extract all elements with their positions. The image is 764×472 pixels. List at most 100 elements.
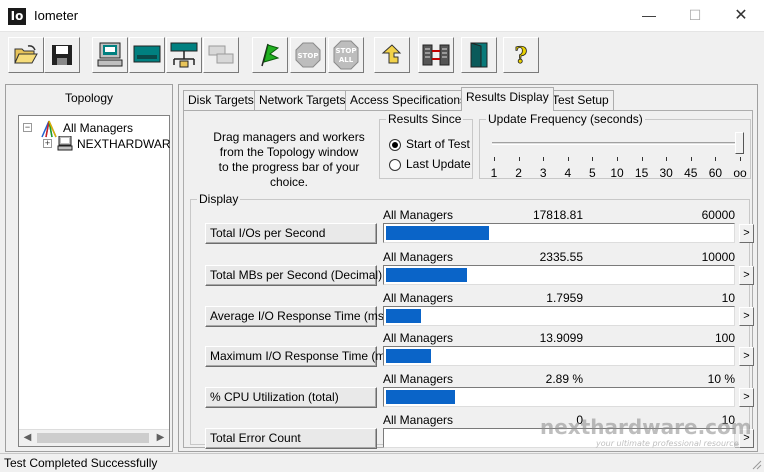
scroll-left-icon[interactable]: ◀ (19, 430, 36, 446)
tab-access-specifications[interactable]: Access Specifications (345, 90, 472, 110)
metric-progress-bar[interactable] (383, 387, 735, 407)
computer-icon (97, 42, 123, 67)
topology-panel: Topology − All Managers + NEXTHARDWAR ◀ (5, 84, 173, 452)
title-bar: Io Iometer — ☐ ✕ (0, 0, 764, 32)
maximize-button[interactable]: ☐ (672, 0, 718, 31)
metric-expand-button[interactable]: > (739, 388, 754, 407)
metric-value: 2335.55 (539, 250, 583, 264)
start-of-test-label[interactable]: Start of Test (406, 137, 470, 151)
open-config-button[interactable] (8, 37, 44, 73)
stop-all-icon: STOP ALL (333, 40, 359, 70)
last-update-label[interactable]: Last Update (406, 157, 471, 171)
duplicate-worker-button[interactable] (203, 37, 239, 73)
metric-value: 17818.81 (532, 208, 583, 222)
frequency-tick-label: 4 (564, 166, 572, 180)
update-frequency-group: Update Frequency (seconds) 1 2 3 4 5 10 15 30 45… (479, 112, 751, 180)
green-flag-icon (261, 43, 280, 67)
metric-select-button[interactable]: Total Error Count (205, 428, 377, 449)
metric-progress-bar[interactable] (383, 306, 735, 326)
start-tests-button[interactable] (252, 37, 288, 73)
all-managers-icon (41, 120, 57, 138)
disconnect-managers-button[interactable] (418, 37, 454, 73)
metric-source-label: All Managers (383, 208, 454, 222)
stop-all-top-label: STOP (336, 47, 357, 55)
status-bar: Test Completed Successfully (0, 453, 764, 472)
reset-arrow-icon (381, 44, 402, 64)
metric-expand-button[interactable]: > (739, 347, 754, 366)
frequency-tick-label: oo (733, 166, 747, 180)
topology-tree[interactable]: − All Managers + NEXTHARDWAR ◀ ▶ (18, 115, 171, 447)
save-config-button[interactable] (44, 37, 80, 73)
metric-max-value: 100 (714, 331, 735, 345)
update-frequency-title: Update Frequency (seconds) (486, 112, 645, 126)
frequency-tick-label: 15 (634, 166, 649, 180)
metric-progress-fill (386, 390, 455, 404)
stop-label: STOP (298, 52, 319, 60)
metric-source-label: All Managers (383, 413, 454, 427)
floppy-disk-icon (52, 45, 72, 65)
stop-all-button[interactable]: STOP ALL (328, 37, 364, 73)
metric-max-value: 10 (721, 291, 735, 305)
start-of-test-radio[interactable] (389, 139, 401, 151)
frequency-tick-mark (567, 157, 569, 161)
instruction-line-3: to the progress bar of your choice. (218, 160, 360, 189)
scrollbar-thumb[interactable] (37, 433, 149, 443)
tree-label-manager: NEXTHARDWAR (77, 137, 171, 151)
new-manager-button[interactable] (92, 37, 128, 73)
tab-disk-targets[interactable]: Disk Targets (183, 90, 259, 110)
new-network-worker-button[interactable] (166, 37, 202, 73)
frequency-tick-label: 45 (684, 166, 698, 180)
frequency-tick-label: 60 (708, 166, 723, 180)
instruction-line-2: from the Topology window (219, 145, 359, 159)
watermark-logo: nexthardware.com your ultimate professio… (540, 415, 752, 448)
results-since-title: Results Since (386, 112, 464, 126)
stop-button[interactable]: STOP (290, 37, 326, 73)
metric-select-button[interactable]: Total MBs per Second (Decimal) (205, 265, 382, 286)
tab-network-targets[interactable]: Network Targets (254, 90, 351, 110)
collapse-icon[interactable]: − (23, 123, 32, 132)
metric-expand-button[interactable]: > (739, 307, 754, 326)
metric-source-label: All Managers (383, 331, 454, 345)
metric-expand-button[interactable]: > (739, 224, 754, 243)
frequency-tick-mark (494, 157, 495, 161)
manager-computer-icon (57, 136, 73, 151)
frequency-tick-label: 30 (659, 166, 673, 180)
expand-icon[interactable]: + (43, 139, 52, 148)
metric-expand-button[interactable]: > (739, 266, 754, 285)
metric-select-button[interactable]: Maximum I/O Response Time (ms) (205, 346, 395, 367)
metric-select-button[interactable]: Total I/Os per Second (205, 223, 377, 244)
update-frequency-slider-thumb[interactable] (735, 132, 744, 154)
watermark-tagline: your ultimate professional resource (595, 439, 739, 448)
tab-test-setup[interactable]: Test Setup (547, 90, 614, 110)
frequency-tick-label: 10 (610, 166, 624, 180)
metric-progress-bar[interactable] (383, 346, 735, 366)
tree-label-all-managers: All Managers (63, 121, 134, 135)
frequency-tick-label: 3 (539, 166, 547, 180)
tree-horizontal-scrollbar[interactable]: ◀ ▶ (19, 429, 169, 446)
metric-progress-bar[interactable] (383, 223, 735, 243)
metric-value: 2.89 % (545, 372, 583, 386)
frequency-tick-mark (690, 157, 692, 161)
resize-grip-icon[interactable] (750, 458, 762, 470)
instruction-line-1: Drag managers and workers (213, 130, 365, 144)
close-button[interactable]: ✕ (718, 0, 764, 31)
new-disk-worker-button[interactable] (129, 37, 165, 73)
drag-instructions: Drag managers and workers from the Topol… (200, 130, 378, 190)
status-text: Test Completed Successfully (4, 456, 158, 470)
update-frequency-slider-track[interactable] (492, 142, 744, 145)
frequency-tick-mark (543, 157, 545, 161)
network-worker-icon (170, 42, 198, 68)
help-button[interactable]: ? (503, 37, 539, 73)
tab-results-display[interactable]: Results Display (461, 87, 554, 111)
metric-select-button[interactable]: % CPU Utilization (total) (205, 387, 377, 408)
minimize-button[interactable]: — (626, 0, 672, 31)
metric-progress-bar[interactable] (383, 265, 735, 285)
metric-select-button[interactable]: Average I/O Response Time (ms) (205, 306, 388, 327)
scroll-right-icon[interactable]: ▶ (152, 430, 169, 446)
metric-value: 13.9099 (539, 331, 583, 345)
last-update-radio[interactable] (389, 159, 401, 171)
frequency-tick-mark (592, 157, 594, 161)
metric-source-label: All Managers (383, 291, 454, 305)
reset-workers-button[interactable] (374, 37, 410, 73)
exit-button[interactable] (461, 37, 497, 73)
